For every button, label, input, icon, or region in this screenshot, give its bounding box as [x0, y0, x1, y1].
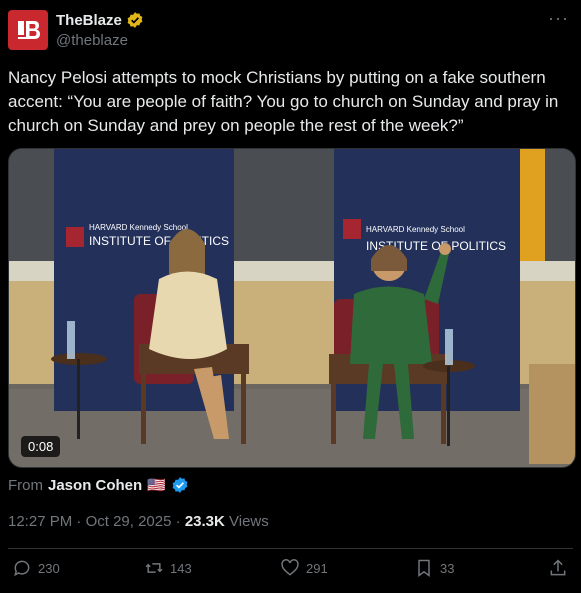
account-name[interactable]: TheBlaze	[56, 12, 122, 29]
verified-blue-badge-icon	[172, 477, 188, 493]
repost-count: 143	[170, 560, 192, 576]
tweet-time[interactable]: 12:27 PM	[8, 513, 72, 530]
share-icon	[550, 559, 566, 576]
meta-separator: ·	[175, 513, 181, 530]
action-bar: 230 143 291 33	[8, 558, 573, 586]
divider	[8, 548, 573, 549]
banner-left-bottom: INSTITUTE OF POLITICS	[89, 234, 229, 248]
avatar[interactable]	[8, 10, 48, 50]
views-label: Views	[229, 513, 269, 530]
video-duration: 0:08	[21, 436, 61, 457]
like-count: 291	[306, 560, 328, 576]
tweet-date[interactable]: Oct 29, 2025	[86, 513, 172, 530]
video-player[interactable]: HARVARD Kennedy School INSTITUTE OF POLI…	[8, 148, 576, 468]
attribution-author[interactable]: Jason Cohen	[48, 477, 142, 494]
heart-icon	[281, 559, 299, 576]
reply-icon	[14, 560, 30, 577]
bookmark-icon	[418, 559, 430, 577]
reply-count: 230	[38, 560, 60, 576]
reply-button[interactable]: 230	[12, 558, 60, 578]
repost-button[interactable]: 143	[144, 558, 192, 578]
views-count: 23.3K	[184, 513, 225, 530]
bookmark-count: 33	[440, 560, 455, 576]
video-frame: HARVARD Kennedy School INSTITUTE OF POLI…	[9, 149, 575, 467]
more-options-icon[interactable]: ···	[548, 8, 569, 29]
account-handle[interactable]: @theblaze	[56, 32, 128, 49]
attribution: From Jason Cohen 🇺🇸	[8, 476, 189, 494]
bookmark-button[interactable]: 33	[414, 558, 454, 578]
verified-gold-badge-icon	[127, 12, 143, 28]
us-flag-icon: 🇺🇸	[147, 477, 166, 494]
like-button[interactable]: 291	[280, 558, 328, 578]
repost-icon	[145, 563, 163, 573]
meta-separator: ·	[76, 513, 82, 530]
share-button[interactable]	[548, 558, 568, 578]
theblaze-logo-icon	[18, 21, 40, 39]
tweet-text: Nancy Pelosi attempts to mock Christians…	[8, 68, 559, 135]
banner-right-top: HARVARD Kennedy School	[366, 225, 465, 234]
tweet-meta: 12:27 PM · Oct 29, 2025 · 23.3K Views	[8, 513, 269, 530]
attribution-prefix: From	[8, 476, 43, 494]
tweet-header: TheBlaze @theblaze ···	[8, 8, 573, 52]
banner-left-top: HARVARD Kennedy School	[89, 223, 188, 232]
